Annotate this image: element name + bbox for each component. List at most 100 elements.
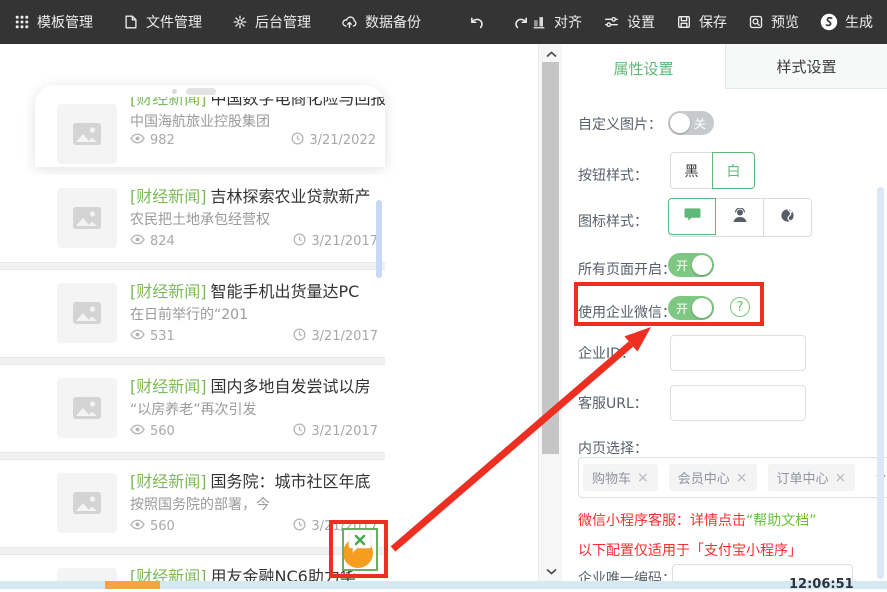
list-item[interactable]: [财经新闻]智能手机出货量达PC 在日前举行的“201 531 3/21/201… bbox=[0, 270, 385, 357]
custom-image-toggle[interactable]: 关 bbox=[668, 111, 714, 135]
tag-close-icon[interactable]: × bbox=[736, 470, 748, 486]
menu-data-backup[interactable]: 数据备份 bbox=[341, 12, 421, 32]
service-url-input[interactable] bbox=[670, 385, 806, 421]
menu-label: 模板管理 bbox=[37, 12, 93, 32]
menu-file-manage[interactable]: 文件管理 bbox=[123, 12, 202, 32]
news-meta: 560 3/21/2017 bbox=[130, 423, 378, 440]
button-style-black[interactable]: 黑 bbox=[670, 152, 713, 189]
custom-image-label: 自定义图片： bbox=[578, 114, 662, 134]
all-pages-label: 所有页面开启： bbox=[578, 259, 676, 279]
action-label: 对齐 bbox=[554, 12, 582, 32]
tag-label: 购物车 bbox=[592, 468, 631, 487]
thumbnail-placeholder bbox=[57, 568, 117, 581]
tag-label: 会员中心 bbox=[678, 468, 730, 487]
views-eye-icon bbox=[130, 424, 145, 439]
menu-template-manage[interactable]: 模板管理 bbox=[14, 12, 93, 32]
thumbnail-placeholder bbox=[57, 283, 117, 343]
views-count: 560 bbox=[150, 519, 175, 534]
views-eye-icon bbox=[130, 519, 145, 534]
all-pages-toggle[interactable]: 开 bbox=[668, 253, 714, 277]
list-item[interactable]: [财经新闻]国务院：城市社区年底 按照国务院的部署，今 560 3/21/201… bbox=[0, 460, 385, 547]
list-separator bbox=[0, 262, 385, 270]
list-item[interactable]: [财经新闻]国内多地自发尝试以房 “以房养老”再次引发 560 3/21/201… bbox=[0, 365, 385, 452]
tag-order-center: 订单中心 × bbox=[768, 464, 856, 491]
icon-style-service-person[interactable] bbox=[715, 199, 763, 236]
work-wechat-label: 使用企业微信： bbox=[578, 302, 676, 322]
news-category: [财经新闻] bbox=[130, 282, 207, 301]
gear-icon bbox=[232, 14, 248, 30]
news-title-text: 智能手机出货量达PC bbox=[211, 282, 360, 301]
news-meta: 982 3/21/2022 bbox=[130, 132, 376, 149]
news-category: [财经新闻] bbox=[130, 567, 207, 581]
news-title: [财经新闻]国务院：城市社区年底 bbox=[130, 468, 371, 492]
list-item[interactable]: [财经新闻]中国数字电商化险与回报 中国海航旅业控股集团 982 3/21/20… bbox=[35, 85, 385, 167]
undo-icon bbox=[467, 14, 487, 31]
undo-button[interactable] bbox=[467, 14, 487, 31]
views-count: 824 bbox=[150, 234, 175, 249]
news-list-card: [财经新闻]中国数字电商化险与回报 中国海航旅业控股集团 982 3/21/20… bbox=[35, 85, 385, 167]
menu-label: 数据备份 bbox=[365, 12, 421, 32]
corp-id-input[interactable] bbox=[670, 335, 806, 371]
list-separator bbox=[0, 452, 385, 460]
icon-style-chat-selected[interactable] bbox=[668, 198, 716, 235]
generate-button[interactable]: 生成 bbox=[820, 12, 873, 32]
chat-bubble-icon bbox=[684, 207, 701, 226]
save-button[interactable]: 保存 bbox=[676, 12, 727, 32]
preview-button[interactable]: 预览 bbox=[748, 12, 799, 32]
help-glyph: ? bbox=[737, 300, 744, 315]
toggle-knob bbox=[692, 298, 712, 318]
action-label: 设置 bbox=[627, 12, 655, 32]
news-title: [财经新闻]国内多地自发尝试以房 bbox=[130, 373, 371, 397]
action-label: 保存 bbox=[699, 12, 727, 32]
tag-close-icon[interactable]: × bbox=[835, 470, 847, 486]
tab-attribute-settings[interactable]: 属性设置 bbox=[562, 44, 725, 89]
list-item[interactable]: [财经新闻]用友金融NC6助力华 bbox=[0, 555, 385, 581]
wechat-service-widget[interactable] bbox=[342, 528, 378, 571]
news-title-text: 国务院：城市社区年底 bbox=[211, 472, 371, 491]
list-separator bbox=[0, 547, 385, 555]
action-label: 生成 bbox=[845, 12, 873, 32]
tab-label: 属性设置 bbox=[613, 58, 673, 79]
help-doc-link[interactable]: “帮助文档” bbox=[746, 513, 817, 529]
icon-style-label: 图标样式： bbox=[578, 211, 648, 231]
news-date: 3/21/2017 bbox=[311, 329, 378, 344]
toggle-state: 开 bbox=[676, 300, 688, 317]
scrollbar-thumb[interactable] bbox=[542, 62, 559, 454]
settings-button[interactable]: 设置 bbox=[603, 12, 655, 32]
panel-scrollbar-thumb[interactable] bbox=[877, 187, 884, 579]
icon-style-globe[interactable] bbox=[763, 199, 811, 236]
tag-label: 订单中心 bbox=[777, 468, 829, 487]
clock-icon bbox=[293, 423, 306, 440]
service-url-label: 客服URL： bbox=[578, 393, 648, 413]
cloud-upload-icon bbox=[341, 14, 358, 30]
help-icon[interactable]: ? bbox=[730, 297, 750, 317]
clock-icon bbox=[293, 328, 306, 345]
tag-cart: 购物车 × bbox=[583, 464, 658, 491]
news-subtitle: 在日前举行的“201 bbox=[130, 304, 248, 324]
thumbnail-placeholder bbox=[57, 473, 117, 533]
button-style-white-selected[interactable]: 白 bbox=[712, 152, 755, 189]
tab-label: 样式设置 bbox=[776, 56, 836, 77]
work-wechat-toggle[interactable]: 开 bbox=[668, 296, 714, 320]
action-label: 预览 bbox=[771, 12, 799, 32]
news-title-text: 国内多地自发尝试以房 bbox=[211, 377, 371, 396]
menu-label: 文件管理 bbox=[146, 12, 202, 32]
list-item[interactable]: [财经新闻]吉林探索农业贷款新产 农民把土地承包经营权 824 3/21/201… bbox=[0, 175, 385, 262]
news-title-text: 吉林探索农业贷款新产 bbox=[211, 187, 371, 206]
inner-pages-select[interactable]: 购物车 × 会员中心 × 订单中心 × bbox=[578, 457, 887, 498]
tab-style-settings[interactable]: 样式设置 bbox=[725, 44, 887, 89]
settings-panel: 属性设置 样式设置 自定义图片： 关 按钮样式： 黑 白 图标样式： 所有页面开… bbox=[562, 44, 887, 581]
vertical-scrollbar[interactable] bbox=[538, 44, 562, 581]
thumbnail-placeholder bbox=[57, 188, 117, 248]
menu-backend-manage[interactable]: 后台管理 bbox=[232, 12, 311, 32]
preview-magnifier-icon bbox=[748, 14, 764, 30]
scroll-down-arrow[interactable] bbox=[539, 563, 563, 579]
redo-button[interactable] bbox=[511, 14, 531, 31]
drag-handle[interactable] bbox=[186, 88, 216, 95]
views-count: 982 bbox=[150, 133, 175, 148]
list-scrollbar-thumb[interactable] bbox=[376, 200, 382, 278]
scroll-up-arrow[interactable] bbox=[539, 46, 563, 62]
handle-dot bbox=[172, 89, 177, 94]
align-button[interactable]: 对齐 bbox=[531, 12, 582, 32]
tag-close-icon[interactable]: × bbox=[637, 470, 649, 486]
